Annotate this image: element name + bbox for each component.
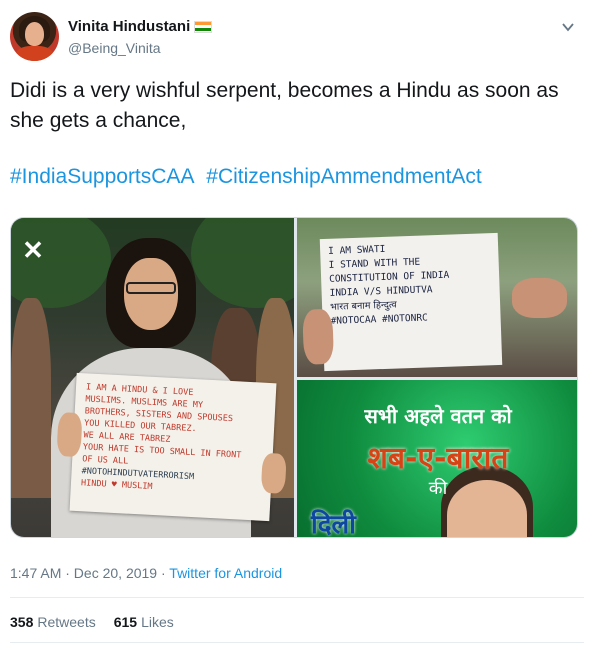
retweets-count: 358 — [10, 614, 34, 630]
divider — [10, 642, 584, 643]
user-handle[interactable]: @Being_Vinita — [68, 40, 161, 56]
display-name[interactable]: Vinita Hindustani — [68, 18, 213, 35]
tweet-timestamp: 1:47 AM · Dec 20, 2019 · Twitter for And… — [10, 565, 282, 581]
close-icon[interactable]: ✕ — [19, 236, 47, 264]
tweet-text: Didi is a very wishful serpent, becomes … — [10, 79, 559, 132]
tweet-stats: 358 Retweets 615 Likes — [10, 614, 174, 630]
hashtag-link[interactable]: #IndiaSupportsCAA — [10, 165, 194, 188]
poster-left: I am a Hindu & I love Muslims. Muslims a… — [56, 372, 287, 522]
media-photo-right-bottom[interactable]: सभी अहले वतन को शब-ए-बारात की दिली — [297, 380, 577, 538]
retweets-stat[interactable]: 358 Retweets — [10, 614, 96, 630]
meta-separator: · — [157, 565, 170, 581]
divider — [10, 597, 584, 598]
hashtag-link[interactable]: #CitizenshipAmmendmentAct — [206, 165, 481, 188]
likes-stat[interactable]: 615 Likes — [114, 614, 174, 630]
avatar[interactable] — [10, 12, 59, 61]
greeting-line-4: दिली — [311, 510, 356, 538]
glasses — [126, 282, 176, 294]
hashtags: #IndiaSupportsCAA #CitizenshipAmmendment… — [10, 165, 488, 189]
media-photo-left[interactable]: ✕ I am a Hindu & I love Muslims. Muslims… — [11, 218, 294, 537]
avatar-face — [25, 22, 44, 46]
tweet-header: Vinita Hindustani @Being_Vinita — [10, 12, 584, 66]
placard-right: I am Swati I stand with the Constitution… — [302, 232, 503, 372]
greeting-line-3: की — [428, 478, 448, 499]
retweets-label: Retweets — [37, 614, 96, 630]
likes-count: 615 — [113, 614, 138, 630]
greeting-line-2: शब-ए-बारात — [367, 441, 509, 476]
tweet-source[interactable]: Twitter for Android — [169, 565, 282, 581]
india-flag-icon — [194, 20, 213, 33]
display-name-text: Vinita Hindustani — [68, 18, 191, 35]
media-photo-right-top[interactable]: I am Swati I stand with the Constitution… — [297, 218, 577, 377]
person — [106, 238, 196, 358]
avatar-body — [16, 46, 53, 61]
media-grid[interactable]: ✕ I am a Hindu & I love Muslims. Muslims… — [10, 217, 578, 538]
chevron-down-icon[interactable] — [560, 20, 576, 36]
greeting-line-1: सभी अहले वतन को — [364, 404, 512, 428]
likes-label: Likes — [141, 614, 174, 630]
tweet-time[interactable]: 1:47 AM · Dec 20, 2019 — [10, 565, 157, 581]
